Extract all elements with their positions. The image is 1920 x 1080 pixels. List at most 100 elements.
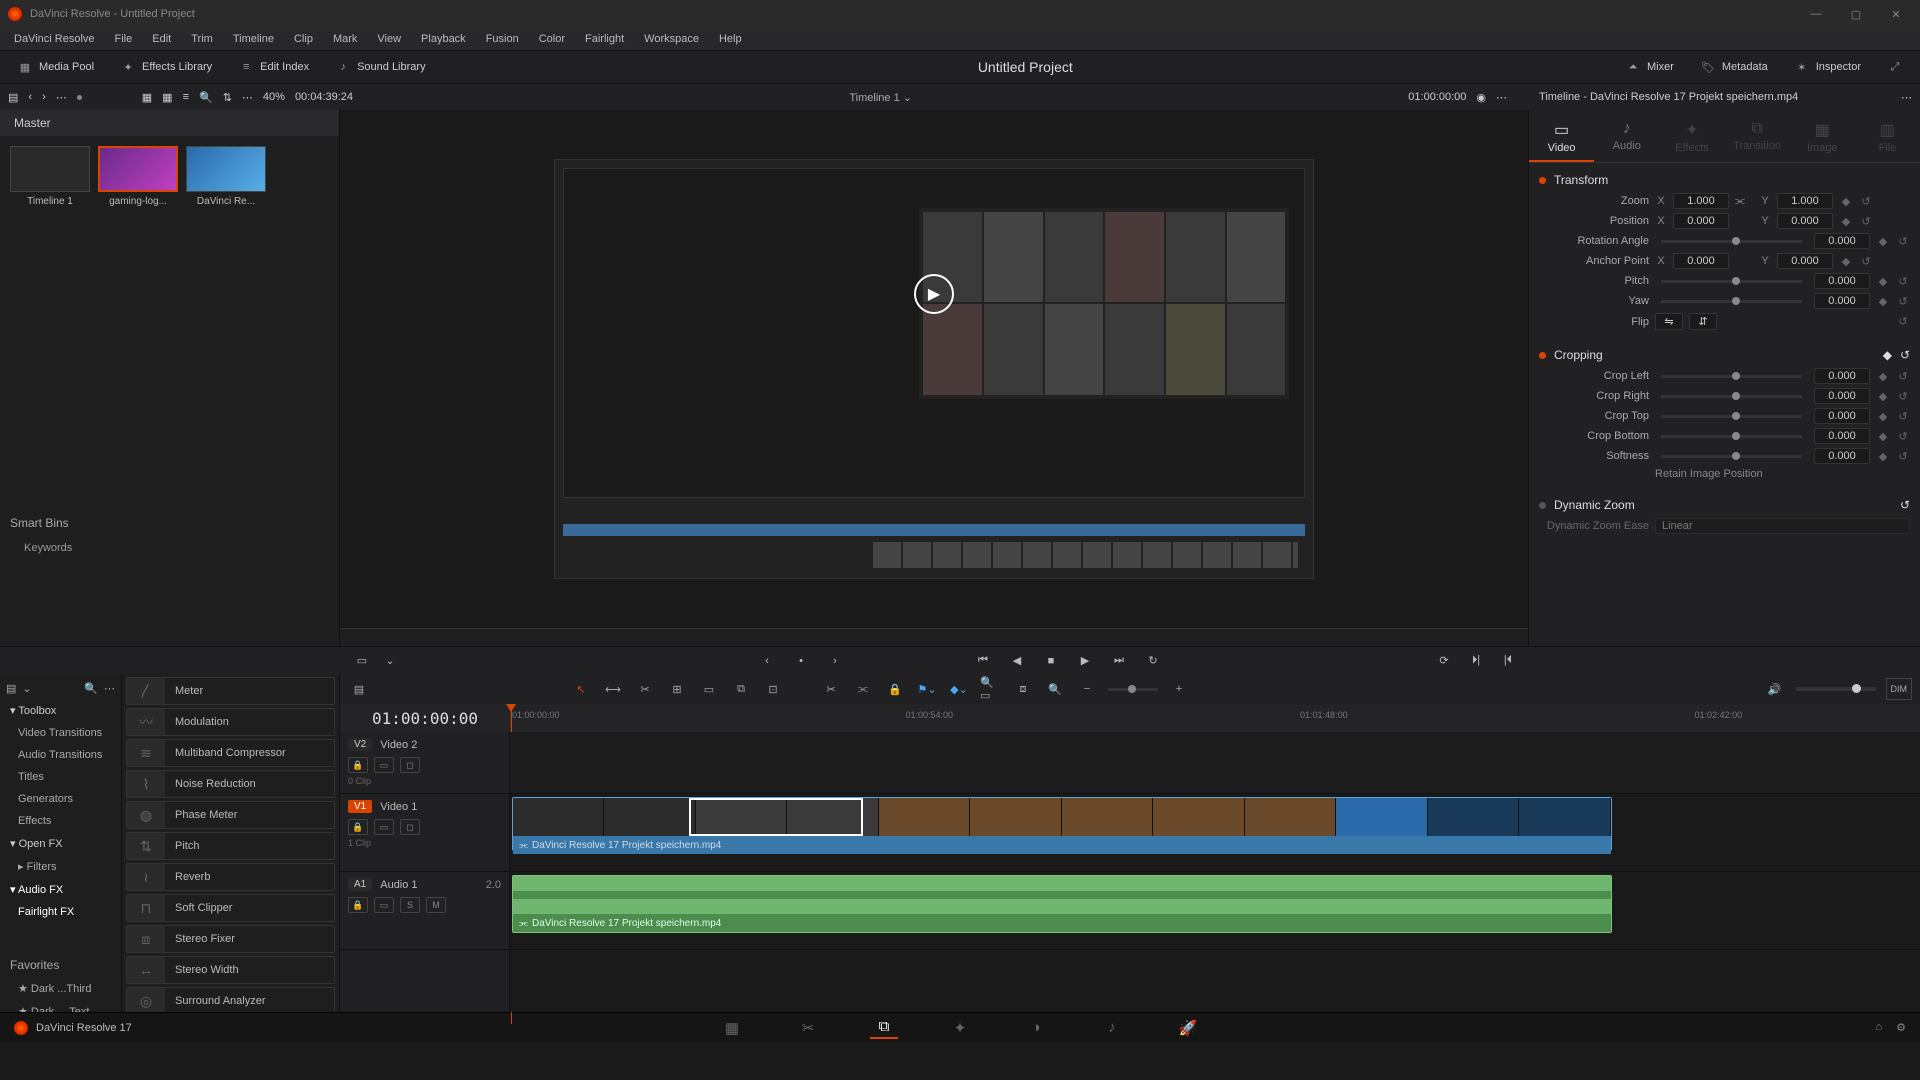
auto-select-button[interactable]: ▭ [374, 819, 394, 835]
page-deliver[interactable]: 🚀 [1174, 1017, 1202, 1039]
expand-button[interactable]: ⤢ [1876, 54, 1914, 80]
page-color[interactable]: ◑ [1022, 1017, 1050, 1039]
crop-right-slider[interactable] [1661, 395, 1802, 398]
blade-all-button[interactable]: ✂ [820, 678, 842, 700]
project-settings-button[interactable]: ⚙ [1896, 1021, 1906, 1034]
page-cut[interactable]: ✂ [794, 1017, 822, 1039]
page-edit[interactable]: ⧉ [870, 1017, 898, 1039]
tab-sound-library[interactable]: ♪Sound Library [324, 54, 437, 80]
keyframe-button[interactable]: ◆ [1876, 234, 1890, 248]
smart-bins-header[interactable]: Smart Bins [0, 510, 339, 536]
menu-trim[interactable]: Trim [181, 31, 223, 47]
step-back-button[interactable]: ◀ [1007, 651, 1027, 671]
fxcat-audio-transitions[interactable]: Audio Transitions [0, 744, 121, 766]
home-button[interactable]: ⌂ [1875, 1021, 1882, 1034]
viewer-zoom[interactable]: 40% [263, 91, 285, 103]
menu-workspace[interactable]: Workspace [634, 31, 709, 47]
find-button[interactable]: 🔍▭ [980, 678, 1002, 700]
reset-button[interactable]: ↺ [1859, 214, 1873, 228]
fxcat-generators[interactable]: Generators [0, 788, 121, 810]
arm-track-button[interactable]: ▭ [374, 897, 394, 913]
snap-button[interactable]: ⧈ [1012, 678, 1034, 700]
crop-top-input[interactable]: 0.000 [1814, 408, 1870, 424]
crop-soft-input[interactable]: 0.000 [1814, 448, 1870, 464]
link-icon[interactable]: ⫘ [1735, 195, 1753, 208]
fx-view-button[interactable]: ▤ [6, 682, 16, 695]
timeline-name-dropdown[interactable]: Timeline 1 ⌄ [849, 91, 912, 104]
nav-fwd-button[interactable]: › [42, 91, 46, 103]
minimize-button[interactable]: — [1800, 4, 1832, 24]
fit-button[interactable]: ⊡ [762, 678, 784, 700]
viewer-canvas[interactable]: ▶ [340, 110, 1528, 628]
clip-thumb[interactable]: DaVinci Re... [186, 146, 266, 207]
next-edit-button[interactable]: › [825, 651, 845, 671]
pool-more-button[interactable]: ⋯ [242, 91, 253, 104]
inspector-tab-transition[interactable]: ⧉Transition [1725, 114, 1790, 162]
track-lanes[interactable]: ⫘DaVinci Resolve 17 Projekt speichern.mp… [510, 732, 1920, 1012]
tab-effects-library[interactable]: ✦Effects Library [109, 54, 223, 80]
loop-button[interactable]: ↻ [1143, 651, 1163, 671]
zoom-out-button[interactable]: 🔍 [1044, 678, 1066, 700]
lock-track-button[interactable]: 🔒 [348, 897, 368, 913]
lock-button[interactable]: 🔒 [884, 678, 906, 700]
flag-button[interactable]: ⚑⌄ [916, 678, 938, 700]
keyframe-button[interactable]: ◆ [1876, 409, 1890, 423]
track-lane-v2[interactable] [510, 732, 1920, 794]
menu-clip[interactable]: Clip [284, 31, 323, 47]
reset-button[interactable]: ↺ [1896, 315, 1910, 329]
reset-button[interactable]: ↺ [1896, 234, 1910, 248]
pitch-slider[interactable] [1661, 280, 1802, 283]
fx-item[interactable]: 〳Meter [126, 677, 335, 705]
menu-davinciresolve[interactable]: DaVinci Resolve [4, 31, 105, 47]
track-header-v2[interactable]: V2Video 2 🔒▭◻ 0 Clip [340, 732, 509, 794]
crop-bottom-input[interactable]: 0.000 [1814, 428, 1870, 444]
retain-image-checkbox[interactable]: Retain Image Position [1655, 468, 1910, 480]
zoom-plus-button[interactable]: + [1168, 678, 1190, 700]
keyframe-button[interactable]: ◆ [1839, 214, 1853, 228]
zoom-y-input[interactable]: 1.000 [1777, 193, 1833, 209]
insert-button[interactable]: ⊞ [666, 678, 688, 700]
fx-item[interactable]: ≋Multiband Compressor [126, 739, 335, 767]
cropping-header[interactable]: Cropping◆↺ [1539, 344, 1910, 366]
lock-track-button[interactable]: 🔒 [348, 819, 368, 835]
inspector-more-button[interactable]: ⋯ [1901, 91, 1912, 104]
menu-fusion[interactable]: Fusion [476, 31, 529, 47]
last-frame-button[interactable]: |⏴ [1498, 651, 1518, 671]
menu-playback[interactable]: Playback [411, 31, 476, 47]
crop-mode-dropdown[interactable]: ⌄ [380, 651, 400, 671]
menu-fairlight[interactable]: Fairlight [575, 31, 634, 47]
track-header-v1[interactable]: V1Video 1 🔒▭◻ 1 Clip [340, 794, 509, 872]
page-media[interactable]: ▦ [718, 1017, 746, 1039]
reset-button[interactable]: ↺ [1896, 294, 1910, 308]
maximize-button[interactable]: ▢ [1840, 4, 1872, 24]
reset-button[interactable]: ↺ [1896, 369, 1910, 383]
menu-mark[interactable]: Mark [323, 31, 367, 47]
crop-soft-slider[interactable] [1661, 455, 1802, 458]
search-button[interactable]: 🔍 [199, 91, 213, 104]
playhead-timecode[interactable]: 01:00:00:00 [340, 709, 510, 728]
fx-item[interactable]: 〰Modulation [126, 708, 335, 736]
inspector-tab-effects[interactable]: ✦Effects [1659, 114, 1724, 162]
first-frame-button[interactable]: ⏵| [1466, 651, 1486, 671]
crop-bottom-slider[interactable] [1661, 435, 1802, 438]
tab-inspector[interactable]: ✶Inspector [1783, 54, 1872, 80]
dynzoom-ease-select[interactable]: Linear [1655, 518, 1910, 534]
rotation-input[interactable]: 0.000 [1814, 233, 1870, 249]
menu-view[interactable]: View [367, 31, 411, 47]
reset-button[interactable]: ↺ [1859, 254, 1873, 268]
fx-item[interactable]: ≀Reverb [126, 863, 335, 891]
rotation-slider[interactable] [1661, 240, 1802, 243]
disable-track-button[interactable]: ◻ [400, 819, 420, 835]
thumb-grid-button[interactable]: ▦ [162, 91, 172, 104]
fx-item[interactable]: ⊓Soft Clipper [126, 894, 335, 922]
reset-button[interactable]: ↺ [1896, 274, 1910, 288]
reset-button[interactable]: ↺ [1896, 409, 1910, 423]
reset-button[interactable]: ↺ [1896, 429, 1910, 443]
tab-media-pool[interactable]: ▦Media Pool [6, 54, 105, 80]
fx-view-dropdown[interactable]: ⌄ [22, 682, 31, 695]
track-lane-v1[interactable]: ⫘DaVinci Resolve 17 Projekt speichern.mp… [510, 794, 1920, 872]
reset-button[interactable]: ↺ [1900, 348, 1910, 362]
keyframe-button[interactable]: ◆ [1883, 348, 1892, 362]
pitch-input[interactable]: 0.000 [1814, 273, 1870, 289]
reset-button[interactable]: ↺ [1900, 498, 1910, 512]
